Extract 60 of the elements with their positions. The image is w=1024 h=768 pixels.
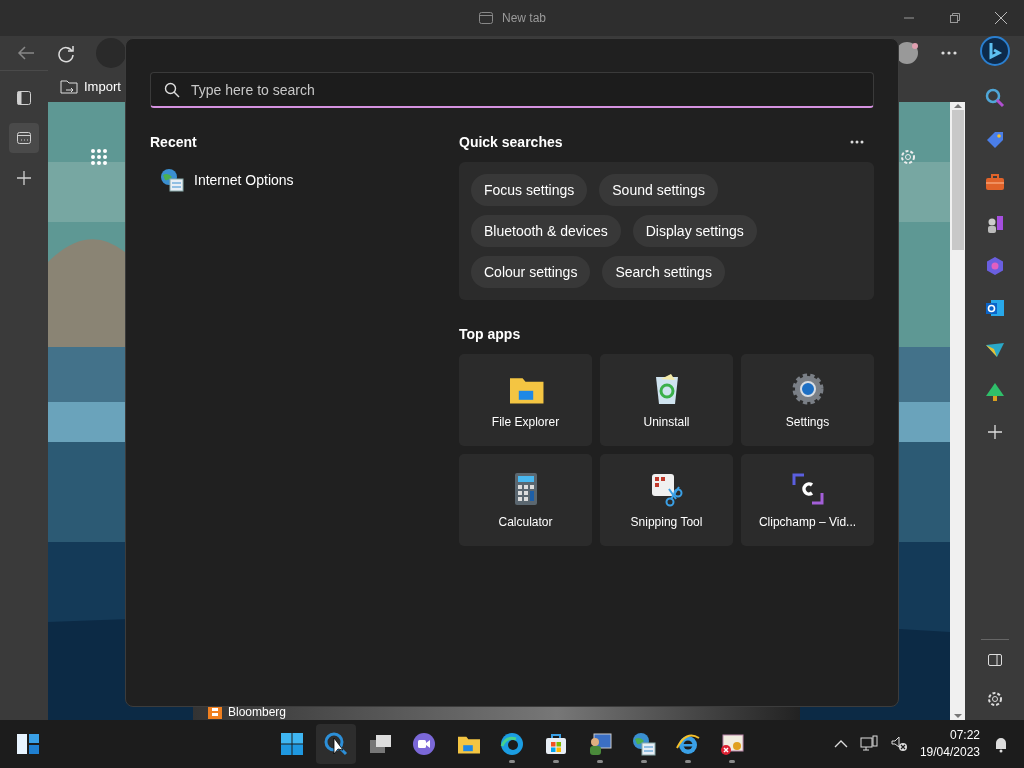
clock[interactable]: 07:22 19/04/2023	[919, 727, 980, 761]
close-icon	[995, 12, 1007, 24]
chevron-up-icon[interactable]	[833, 739, 848, 749]
app-grid-icon[interactable]	[90, 148, 108, 166]
taskbar-button[interactable]	[316, 724, 356, 764]
app-tile[interactable]: File Explorer	[459, 354, 592, 446]
browser-icon[interactable]	[500, 732, 524, 756]
vertical-tab[interactable]	[9, 123, 39, 153]
plus-icon[interactable]	[986, 424, 1003, 440]
news-source: Bloomberg	[228, 705, 287, 719]
tabs-icon	[16, 90, 32, 106]
store-icon[interactable]	[544, 732, 568, 756]
toolbox-icon[interactable]	[984, 172, 1005, 192]
muted-speaker-icon[interactable]	[889, 735, 908, 753]
more-icon[interactable]	[941, 51, 957, 55]
quick-search-chip[interactable]: Display settings	[632, 215, 757, 247]
search-icon[interactable]	[324, 732, 348, 756]
certificate-error-icon[interactable]	[720, 732, 744, 756]
tree-icon[interactable]	[984, 382, 1005, 402]
scroll-thumb[interactable]	[951, 110, 964, 250]
section-heading: Top apps	[459, 326, 522, 342]
quick-search-chip[interactable]: Sound settings	[599, 174, 718, 206]
restore-icon	[950, 13, 960, 23]
app-tile[interactable]: Snipping Tool	[600, 454, 733, 546]
plus-icon	[16, 170, 32, 186]
app-tile[interactable]: Uninstall	[600, 354, 733, 446]
network-icon[interactable]	[859, 735, 878, 753]
hexagon-logo-icon[interactable]	[984, 256, 1005, 276]
magnifier-icon[interactable]	[984, 88, 1005, 108]
quick-search-chip[interactable]: Focus settings	[471, 174, 588, 206]
app-tile[interactable]: Calculator	[459, 454, 592, 546]
tab-icon	[16, 130, 32, 146]
sidebar-toggle-icon[interactable]	[986, 652, 1003, 668]
widgets-icon[interactable]	[16, 732, 40, 756]
settings-icon[interactable]	[985, 690, 1004, 708]
refresh-icon[interactable]	[56, 43, 76, 63]
recent-item[interactable]: Internet Options	[150, 168, 459, 192]
mail-o-icon[interactable]	[984, 298, 1005, 318]
quick-search-chip[interactable]: Bluetooth & devices	[471, 215, 621, 247]
favorite-link[interactable]: Import	[60, 78, 121, 94]
search-field[interactable]: Type here to search	[150, 72, 874, 108]
e-logo-icon[interactable]	[676, 732, 700, 756]
app-tile[interactable]: Clipchamp – Vid...	[741, 454, 874, 546]
globe-document-icon[interactable]	[160, 168, 184, 192]
section-heading: Recent	[150, 134, 198, 150]
quick-search-chip[interactable]: Colour settings	[471, 256, 591, 288]
start-icon[interactable]	[280, 732, 304, 756]
users-monitor-icon[interactable]	[588, 732, 612, 756]
app-tile[interactable]: Settings	[741, 354, 874, 446]
tab-icon	[478, 10, 494, 26]
window-title: New tab	[502, 11, 546, 25]
search-icon	[164, 82, 180, 98]
section-heading: Quick searches	[459, 134, 563, 150]
more-icon[interactable]	[850, 140, 864, 144]
folder-arrows-icon	[60, 78, 78, 94]
globe-document-icon[interactable]	[632, 732, 656, 756]
gear-icon[interactable]	[899, 148, 917, 166]
chat-icon[interactable]	[412, 732, 436, 756]
quick-search-chip[interactable]: Search settings	[602, 256, 725, 288]
task-view-icon[interactable]	[368, 732, 392, 756]
